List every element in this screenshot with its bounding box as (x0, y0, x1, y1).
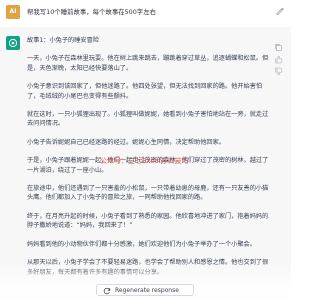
copy-icon[interactable] (274, 37, 283, 51)
refresh-icon (103, 287, 111, 295)
regenerate-response-button[interactable]: Regenerate response (96, 284, 194, 296)
paragraph: 终于，在月亮升起的时候，小兔子看到了熟悉的家园。他欣喜地冲进了家门，抱着妈妈的脖… (27, 212, 269, 230)
paragraph: 一天，小兔子在森林里玩耍。他在树上跳来跳去，蹦跳着穿过草丛，追逐蝴蝶和松鼠。但是… (27, 55, 269, 72)
user-avatar: AI (6, 5, 20, 19)
paragraph: 在旅途中，他们还遇到了一只害羞的小松鼠，一只带着幼崽的母鹿，还有一只友善的小猫头… (27, 185, 269, 202)
story-title: 故事1：小兔子的睡安冒险 (27, 37, 99, 44)
regenerate-label: Regenerate response (115, 287, 179, 294)
user-message-text: 帮我写10个睡前故事，每个故事在500字左右 (27, 8, 156, 16)
paragraph: 小兔子意识到该回家了，但他迷路了。他四处张望，但无法找到回家的路。他开始害怕了，… (27, 83, 263, 100)
paragraph: 妈妈看到他的小动物伙伴们都十分感激，她们欢迎他们为小兔子举办了一个小聚会。 (27, 240, 256, 248)
message-actions (274, 37, 286, 76)
thumbs-up-icon[interactable] (274, 49, 283, 64)
user-message-row: AI 帮我写10个睡前故事，每个故事在500字左右 (0, 0, 291, 28)
paragraph: 就在这时，一只小狐狸出现了。小狐狸叫做妮妮，她看到小兔子害怕地站在一旁，就走过去… (27, 111, 269, 128)
openai-logo-icon (6, 36, 20, 50)
chatgpt-avatar (6, 36, 20, 50)
edit-icon[interactable] (275, 6, 285, 16)
thumbs-down-icon[interactable] (274, 61, 283, 76)
watermark: 公众号：三七Excel办公技巧 (100, 157, 189, 165)
paragraph: 小兔子告诉妮妮自己已经迷路的经过。妮妮心生同情，决定帮助他回家。 (27, 138, 225, 146)
